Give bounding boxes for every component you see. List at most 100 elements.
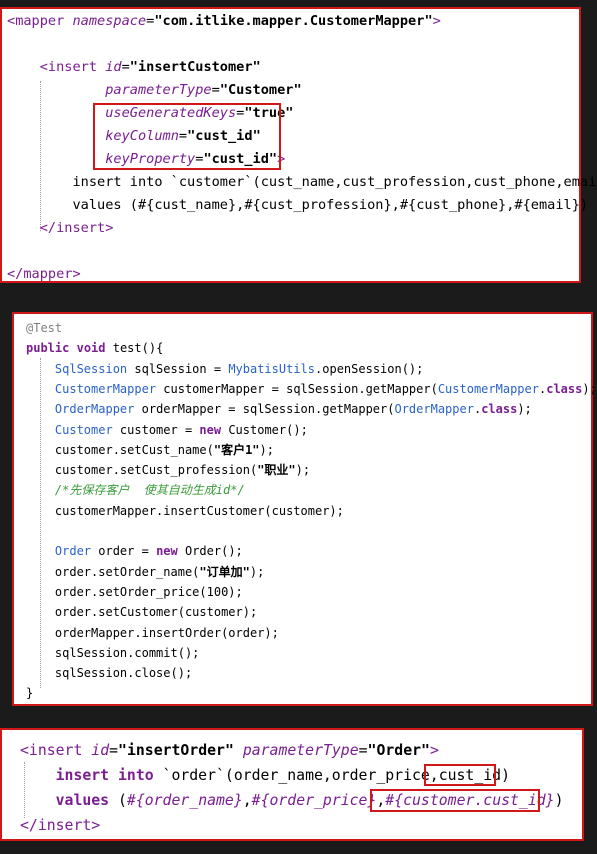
- code-token: ": [285, 105, 294, 121]
- code-token: Order: [376, 742, 422, 759]
- code-token: OrderMapper: [394, 402, 474, 417]
- code-line: <insert id="insertOrder" parameterType="…: [20, 738, 439, 763]
- code-token: values: [55, 792, 110, 809]
- code-line: SqlSession sqlSession = MybatisUtils.ope…: [26, 359, 423, 379]
- code-token: insert into: [55, 767, 154, 784]
- code-token: SqlSession: [54, 361, 128, 376]
- code-line: </insert>: [7, 217, 114, 240]
- code-token: mapper: [23, 266, 73, 282]
- code-token: ": [118, 742, 127, 759]
- code-token: </: [7, 220, 57, 236]
- code-token: .openSession();: [315, 361, 424, 376]
- code-line: Order order = new Order();: [26, 541, 243, 561]
- code-line: public void test(){: [26, 338, 163, 358]
- code-token: class: [546, 381, 583, 396]
- code-token: <: [7, 59, 48, 75]
- code-token: order.setOrder_name(: [26, 564, 200, 579]
- code-token: CustomerMapper: [437, 381, 539, 396]
- code-token: ": [293, 82, 302, 98]
- generated-keys-highlight: [93, 103, 281, 170]
- code-token: public: [26, 341, 70, 356]
- code-token: /*先保存客户 使其自动生成id*/: [54, 483, 245, 498]
- code-token: #{order_price}: [251, 792, 377, 809]
- code-token: ": [421, 742, 430, 759]
- code-token: insert: [37, 817, 92, 834]
- code-token: </: [7, 266, 24, 282]
- code-token: ": [129, 59, 138, 75]
- code-token: namespace: [72, 13, 147, 29]
- code-token: mapper: [15, 13, 65, 29]
- mapper-xml-panel: <mapper namespace="com.itlike.mapper.Cus…: [0, 7, 597, 286]
- code-token: >: [429, 742, 439, 759]
- code-token: Customer();: [221, 422, 308, 437]
- code-token: ): [554, 792, 564, 809]
- code-token: OrderMapper: [54, 402, 135, 417]
- code-token: Customer: [228, 82, 294, 98]
- code-line: }: [26, 683, 33, 703]
- code-token: com.itlike.mapper.CustomerMapper: [162, 13, 425, 29]
- code-token: ": [154, 13, 163, 29]
- code-line: /*先保存客户 使其自动生成id*/: [26, 480, 245, 500]
- code-token: =: [358, 742, 368, 759]
- code-token: ": [424, 13, 433, 29]
- code-token: sqlSession.close();: [26, 666, 193, 681]
- code-token: Order: [54, 544, 92, 559]
- code-line: sqlSession.close();: [26, 663, 192, 683]
- code-line: orderMapper.insertOrder(order);: [26, 623, 279, 643]
- code-token: );: [249, 564, 265, 579]
- code-token: new: [156, 544, 178, 559]
- code-token: order.setOrder_price(100);: [26, 584, 243, 599]
- code-line: </mapper>: [7, 263, 81, 286]
- code-token: test(){: [105, 341, 164, 356]
- code-token: >: [72, 266, 81, 282]
- code-token: insert: [28, 742, 83, 759]
- code-token: @Test: [26, 321, 63, 335]
- code-token: id: [91, 742, 110, 759]
- code-line: <mapper namespace="com.itlike.mapper.Cus…: [7, 10, 441, 33]
- code-token: class: [481, 402, 518, 417]
- code-line: customer.setCust_profession("职业");: [26, 460, 310, 480]
- code-token: sqlSession.commit();: [26, 645, 200, 660]
- code-line: Customer customer = new Customer();: [26, 420, 308, 440]
- code-token: );: [295, 463, 311, 478]
- code-token: }: [26, 686, 34, 701]
- code-token: customer =: [112, 422, 200, 437]
- cust-id-column-highlight: [424, 764, 496, 786]
- code-token: "客户1": [213, 442, 260, 457]
- code-token: sqlSession =: [127, 361, 229, 376]
- code-token: Order();: [177, 544, 243, 559]
- code-line: OrderMapper orderMapper = sqlSession.get…: [26, 399, 532, 419]
- code-token: #{order_name}: [126, 792, 243, 809]
- code-token: =: [211, 82, 220, 98]
- code-line: sqlSession.commit();: [26, 643, 200, 663]
- code-token: orderMapper = sqlSession.getMapper(: [134, 402, 395, 417]
- code-line: customerMapper.insertCustomer(customer);: [26, 501, 344, 521]
- code-token: <: [20, 742, 29, 759]
- code-token: );: [517, 402, 532, 417]
- code-token: );: [582, 381, 597, 396]
- code-line: order.setCustomer(customer);: [26, 602, 257, 622]
- code-token: CustomerMapper: [54, 381, 157, 396]
- code-token: customerMapper = sqlSession.getMapper(: [156, 381, 438, 396]
- code-line: customer.setCust_name("客户1");: [26, 440, 274, 460]
- code-token: new: [199, 422, 222, 437]
- code-token: <: [7, 13, 16, 29]
- code-token: void: [76, 341, 106, 356]
- code-token: orderMapper.insertOrder(order);: [26, 625, 279, 640]
- code-token: customerMapper.insertCustomer(customer);: [26, 503, 344, 518]
- java-test-panel: @Test public void test(){ SqlSession sqlS…: [12, 312, 597, 706]
- code-token: ": [224, 742, 234, 759]
- code-token: "订单加": [199, 564, 250, 579]
- code-token: );: [259, 442, 274, 457]
